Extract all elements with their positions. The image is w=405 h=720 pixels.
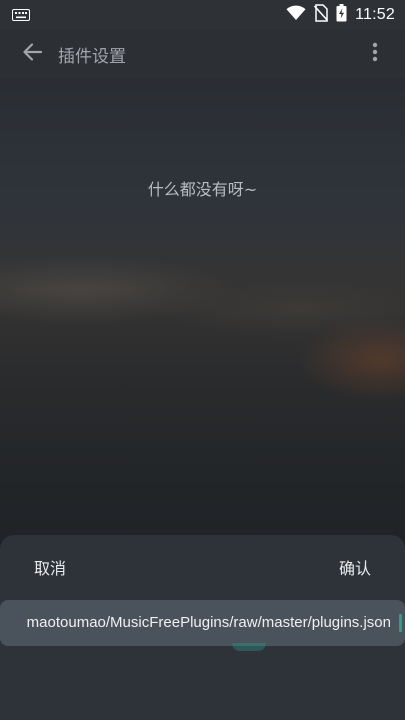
- more-vertical-icon: [372, 42, 378, 66]
- no-sim-icon: [314, 4, 329, 26]
- arrow-left-icon: [21, 41, 43, 67]
- empty-state-text: 什么都没有呀~: [147, 180, 258, 199]
- confirm-button[interactable]: 确认: [339, 555, 371, 579]
- status-time: 11:52: [355, 6, 395, 23]
- text-cursor: [399, 614, 402, 632]
- back-button[interactable]: [18, 40, 46, 68]
- app-bar: 插件设置: [0, 30, 405, 78]
- status-bar: 11:52: [0, 0, 405, 30]
- wifi-icon: [286, 5, 306, 25]
- more-options-button[interactable]: [361, 40, 389, 68]
- page-title: 插件设置: [58, 46, 126, 67]
- battery-charging-icon: [336, 4, 347, 26]
- selection-handle[interactable]: [232, 643, 266, 651]
- cancel-button[interactable]: 取消: [34, 555, 66, 579]
- keyboard-icon: [12, 6, 30, 25]
- subscription-sheet: 取消 确认 maotoumao/MusicFreePlugins/raw/mas…: [0, 535, 405, 720]
- url-input[interactable]: maotoumao/MusicFreePlugins/raw/master/pl…: [0, 600, 405, 646]
- url-field[interactable]: maotoumao/MusicFreePlugins/raw/master/pl…: [0, 600, 405, 646]
